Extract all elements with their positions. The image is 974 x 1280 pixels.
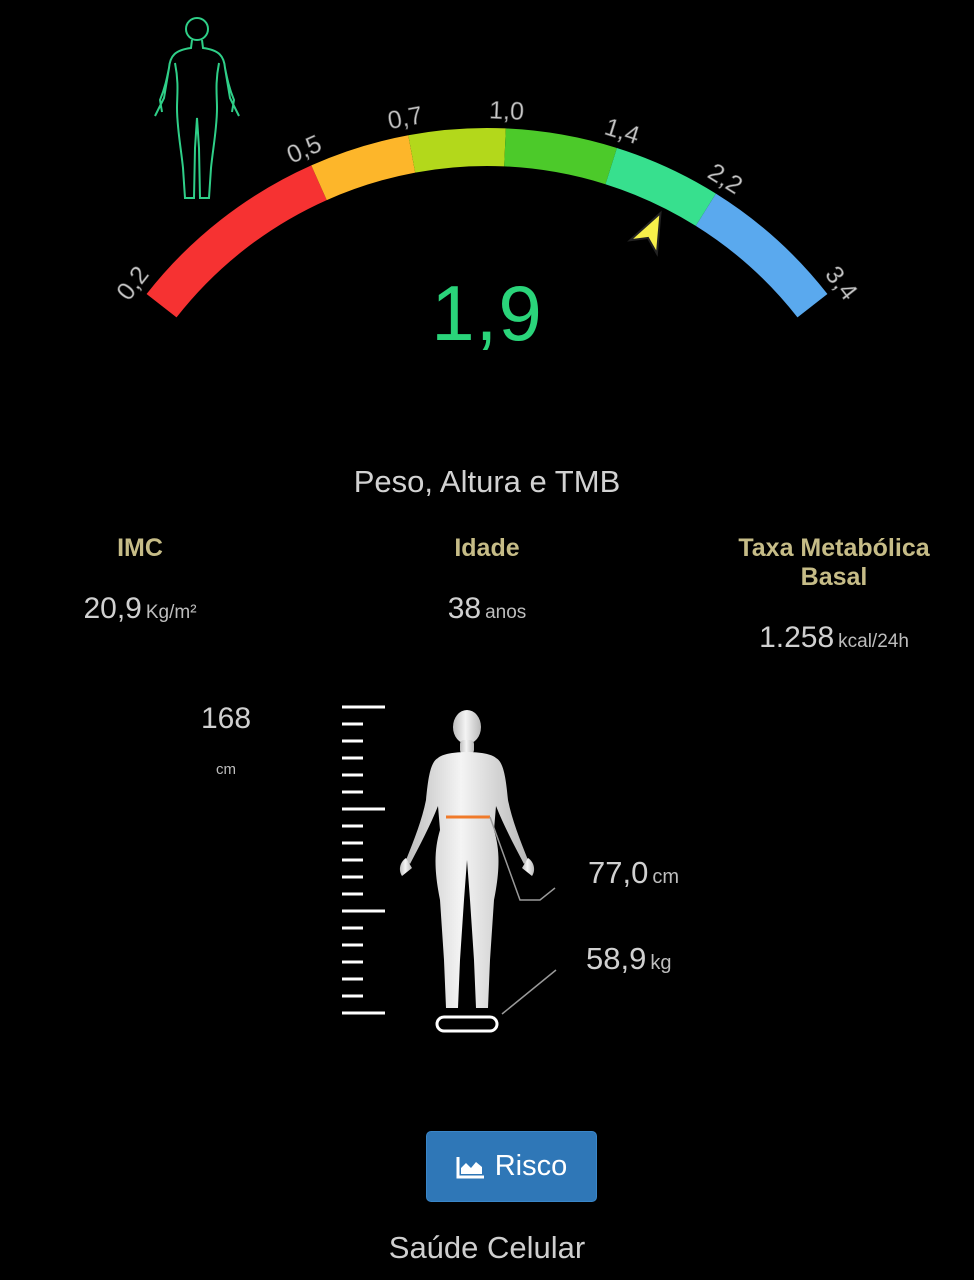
- tmb-value-group: 1.258 kcal/24h: [704, 621, 964, 655]
- gauge-tick-label: 0,7: [385, 101, 424, 135]
- age-value: 38: [447, 592, 482, 625]
- area-chart-icon: [456, 1156, 484, 1178]
- human-figure-icon: [399, 710, 557, 1033]
- height-ruler-icon: [342, 705, 385, 1015]
- risk-button[interactable]: Risco: [426, 1131, 597, 1202]
- body-outline-icon: [154, 17, 240, 199]
- age-label: Idade: [454, 534, 520, 562]
- gauge-tick-label: 1,0: [489, 96, 525, 125]
- age-value-group: 38 anos: [387, 592, 587, 626]
- body-measurement-figure: [342, 705, 557, 1033]
- risk-button-label: Risco: [494, 1150, 568, 1182]
- imc-unit: Kg/m²: [145, 602, 197, 623]
- waist-measure: 77,0 cm: [588, 855, 679, 891]
- imc-label: IMC: [117, 534, 163, 562]
- waist-unit: cm: [652, 866, 680, 888]
- tmb-label-line1: Taxa Metabólica: [738, 534, 930, 562]
- footer-title: Saúde Celular: [388, 1230, 586, 1265]
- tmb-unit: kcal/24h: [838, 631, 909, 652]
- height-value: 168: [200, 702, 252, 735]
- waist-value: 77,0: [588, 855, 649, 890]
- imc-value: 20,9: [83, 592, 142, 625]
- tmb-label-line2: Basal: [800, 563, 868, 591]
- gauge-segment: [408, 128, 506, 173]
- weight-unit: kg: [650, 952, 672, 974]
- tmb-value: 1.258: [759, 621, 835, 654]
- scale-icon: [435, 1015, 499, 1033]
- weight-value: 58,9: [586, 941, 647, 976]
- weight-measure: 58,9 kg: [586, 941, 671, 977]
- imc-value-group: 20,9 Kg/m²: [40, 592, 240, 626]
- gauge-value: 1,9: [431, 269, 543, 357]
- tmb-label: Taxa Metabólica Basal: [704, 534, 964, 592]
- height-unit: cm: [216, 761, 236, 778]
- section-title: Peso, Altura e TMB: [353, 464, 621, 499]
- weight-pointer-line: [501, 969, 557, 1015]
- gauge-segment: [504, 128, 617, 185]
- age-unit: anos: [485, 602, 527, 623]
- gauge-pointer-icon: [627, 210, 662, 257]
- gauge-segment: [311, 135, 416, 201]
- gauge-tick-label: 1,4: [601, 113, 643, 150]
